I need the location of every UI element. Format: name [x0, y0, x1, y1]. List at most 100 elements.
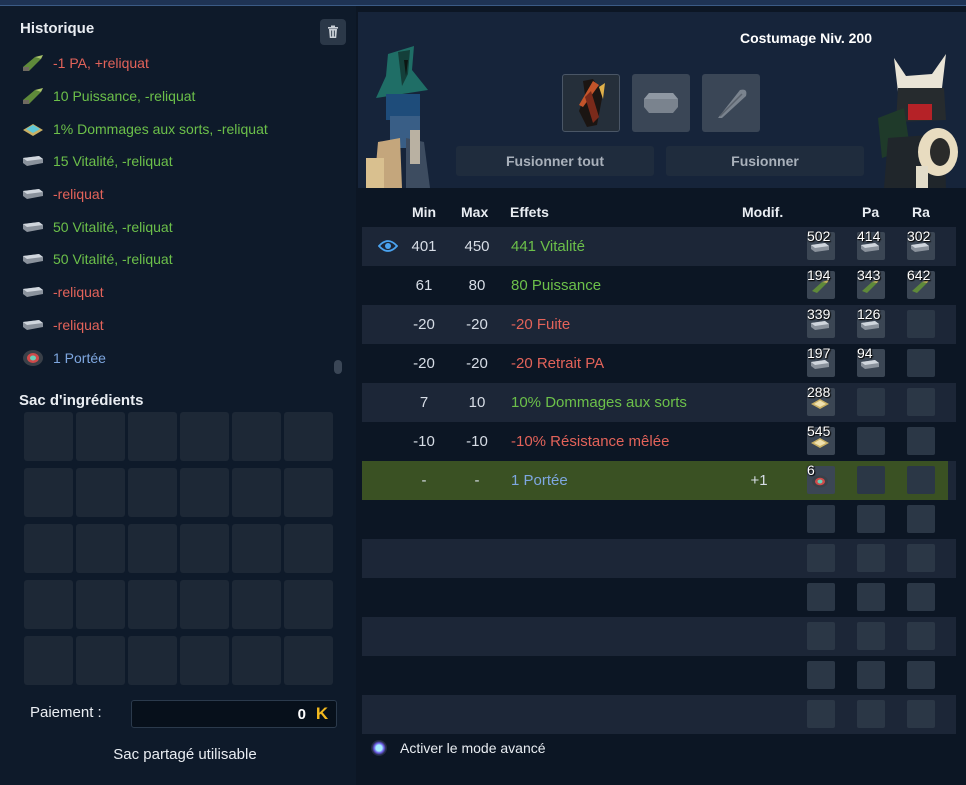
- rune-slot[interactable]: 642: [907, 267, 935, 299]
- effect-row[interactable]: -20 -20 -20 Fuite 339 126: [362, 305, 956, 344]
- rune-slot[interactable]: [907, 349, 935, 377]
- rune-slot[interactable]: 288: [807, 384, 835, 416]
- effect-row[interactable]: [362, 695, 956, 734]
- rune-slot[interactable]: 194: [807, 267, 835, 299]
- rune-slot[interactable]: 94: [857, 345, 885, 377]
- rune-slot[interactable]: [857, 622, 885, 650]
- rune-slot[interactable]: [907, 661, 935, 689]
- bag-slot[interactable]: [128, 580, 177, 629]
- rune-slot[interactable]: 414: [857, 228, 885, 260]
- bag-slot[interactable]: [180, 524, 229, 573]
- eye-icon[interactable]: [378, 239, 398, 253]
- rune-slot[interactable]: [907, 700, 935, 728]
- bag-slot[interactable]: [128, 468, 177, 517]
- bag-slot[interactable]: [180, 636, 229, 685]
- rune-slot[interactable]: [907, 583, 935, 611]
- rune-slot[interactable]: [857, 505, 885, 533]
- rune-slot[interactable]: [907, 427, 935, 455]
- fuse-button[interactable]: Fusionner: [666, 146, 864, 176]
- bag-slot[interactable]: [24, 468, 73, 517]
- rune-slot[interactable]: [857, 388, 885, 416]
- rune-slot[interactable]: [907, 466, 935, 494]
- rune-slot[interactable]: [807, 700, 835, 728]
- bag-slot[interactable]: [284, 636, 333, 685]
- bag-slot[interactable]: [76, 524, 125, 573]
- equipment-slot-rune[interactable]: [632, 74, 690, 132]
- rune-vitalite-icon: [23, 221, 43, 232]
- effect-row[interactable]: - - 1 Portée +1 6: [362, 461, 956, 500]
- rune-slot[interactable]: [807, 622, 835, 650]
- bag-slot[interactable]: [232, 468, 281, 517]
- bag-slot[interactable]: [284, 468, 333, 517]
- rune-slot[interactable]: [907, 310, 935, 338]
- effect-row[interactable]: [362, 617, 956, 656]
- rune-vitalite-icon: [23, 319, 43, 330]
- bag-slot[interactable]: [180, 412, 229, 461]
- bag-slot[interactable]: [128, 524, 177, 573]
- rune-slot[interactable]: [857, 700, 885, 728]
- trash-button[interactable]: [320, 19, 346, 45]
- bag-slot[interactable]: [232, 636, 281, 685]
- rune-slot[interactable]: [857, 661, 885, 689]
- effect-row[interactable]: -20 -20 -20 Retrait PA 197 94: [362, 344, 956, 383]
- equipment-slot-item[interactable]: [562, 74, 620, 132]
- rune-slot[interactable]: 343: [857, 267, 885, 299]
- rune-count: 6: [807, 462, 815, 478]
- bag-slot[interactable]: [76, 580, 125, 629]
- effects-table: 401 450 441 Vitalité 502 414 302 61 80 80 Puissa…: [362, 227, 956, 734]
- rune-slot[interactable]: [857, 466, 885, 494]
- rune-slot[interactable]: 302: [907, 228, 935, 260]
- rune-slot[interactable]: [807, 583, 835, 611]
- fuse-all-button[interactable]: Fusionner tout: [456, 146, 654, 176]
- effect-row[interactable]: 7 10 10% Dommages aux sorts 288: [362, 383, 956, 422]
- rune-slot[interactable]: [807, 661, 835, 689]
- rune-slot[interactable]: 6: [807, 462, 835, 494]
- effect-row[interactable]: [362, 539, 956, 578]
- bag-slot[interactable]: [284, 524, 333, 573]
- effect-row[interactable]: -10 -10 -10% Résistance mêlée 545: [362, 422, 956, 461]
- rune-slot[interactable]: 502: [807, 228, 835, 260]
- advanced-mode-toggle[interactable]: Activer le mode avancé: [371, 740, 546, 756]
- bag-slot[interactable]: [128, 412, 177, 461]
- effect-row[interactable]: [362, 656, 956, 695]
- bag-slot[interactable]: [24, 412, 73, 461]
- history-scrollbar[interactable]: [334, 360, 342, 374]
- rune-slot[interactable]: [907, 505, 935, 533]
- rune-slot[interactable]: [857, 427, 885, 455]
- effect-row[interactable]: 401 450 441 Vitalité 502 414 302: [362, 227, 956, 266]
- bag-slot[interactable]: [180, 580, 229, 629]
- rune-slot[interactable]: 545: [807, 423, 835, 455]
- bag-slot[interactable]: [24, 524, 73, 573]
- bag-slot[interactable]: [24, 580, 73, 629]
- effect-row[interactable]: [362, 500, 956, 539]
- history-item-icon: [20, 281, 46, 303]
- rune-slot[interactable]: 197: [807, 345, 835, 377]
- bag-slot[interactable]: [232, 412, 281, 461]
- bag-slot[interactable]: [76, 468, 125, 517]
- history-item: 15 Vitalité, -reliquat: [20, 145, 340, 178]
- bag-slot[interactable]: [232, 580, 281, 629]
- effect-row[interactable]: 61 80 80 Puissance 194 343 642: [362, 266, 956, 305]
- rune-slot[interactable]: [807, 505, 835, 533]
- rune-slot[interactable]: [857, 544, 885, 572]
- effect-min: -10: [413, 433, 435, 450]
- rune-slot[interactable]: [907, 544, 935, 572]
- payment-input[interactable]: 0 K: [131, 700, 337, 728]
- bag-slot[interactable]: [76, 412, 125, 461]
- equipment-slot-potion[interactable]: [702, 74, 760, 132]
- rune-slot[interactable]: 126: [857, 306, 885, 338]
- rune-slot[interactable]: [907, 622, 935, 650]
- bag-slot[interactable]: [284, 412, 333, 461]
- advanced-mode-radio-icon[interactable]: [371, 740, 387, 756]
- rune-slot[interactable]: [907, 388, 935, 416]
- bag-slot[interactable]: [180, 468, 229, 517]
- effect-row[interactable]: [362, 578, 956, 617]
- rune-slot[interactable]: [807, 544, 835, 572]
- rune-slot[interactable]: 339: [807, 306, 835, 338]
- rune-slot[interactable]: [857, 583, 885, 611]
- bag-slot[interactable]: [284, 580, 333, 629]
- bag-slot[interactable]: [128, 636, 177, 685]
- bag-slot[interactable]: [232, 524, 281, 573]
- bag-slot[interactable]: [76, 636, 125, 685]
- bag-slot[interactable]: [24, 636, 73, 685]
